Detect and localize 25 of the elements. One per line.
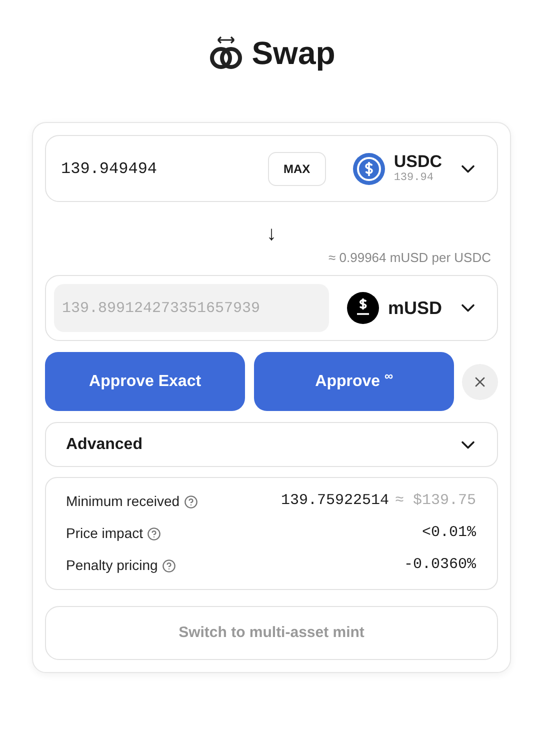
token-balance: 139.94 [394, 173, 434, 184]
dollar-coin-icon [346, 292, 379, 324]
detail-label: Price impact [66, 524, 144, 543]
amount-input[interactable]: 139.949494 [61, 156, 268, 180]
page-title: Swap [252, 34, 336, 73]
advanced-toggle[interactable]: Advanced [45, 422, 498, 467]
detail-label: Penalty pricing [66, 556, 158, 575]
approve-button[interactable]: Approve $^{∞}$ [254, 352, 454, 411]
detail-value: <0.01% [422, 523, 476, 544]
help-icon[interactable] [162, 558, 176, 572]
rings-logo-icon [208, 35, 244, 71]
exchange-rate: ≈ 0.99964 mUSD per USDC [328, 249, 491, 267]
usd-value: ≈ $139.75 [394, 491, 476, 512]
down-arrow: ↓ [266, 224, 276, 244]
token-selector[interactable]: mUSD [346, 292, 479, 324]
detail-value: 139.75922514 [280, 491, 389, 512]
detail-label: Minimum received [66, 492, 180, 511]
token-selector[interactable]: USDC 139.94 [352, 152, 479, 184]
approve-button[interactable]: Approve Exact [45, 352, 246, 411]
help-icon[interactable] [147, 526, 162, 540]
dollar-coin-icon [352, 152, 385, 184]
detail-value: -0.0360% [404, 555, 476, 576]
help-icon[interactable] [184, 494, 198, 508]
close-button[interactable] [462, 364, 498, 400]
max-button[interactable]: MAX [268, 152, 326, 186]
